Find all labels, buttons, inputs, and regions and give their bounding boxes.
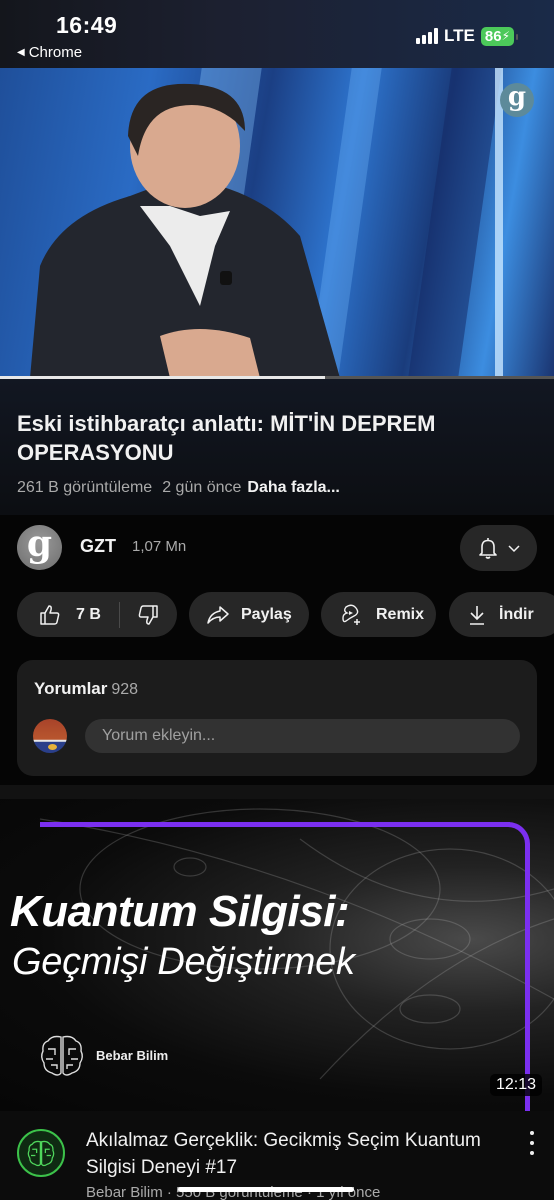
- battery-level: 86: [484, 27, 502, 45]
- share-button[interactable]: Paylaş: [189, 592, 309, 637]
- network-type: LTE: [444, 26, 475, 45]
- share-icon: [207, 605, 229, 624]
- thumbnail-brand-name: Bebar Bilim: [96, 1047, 169, 1063]
- channel-name[interactable]: GZT: [80, 536, 116, 557]
- thumbnail-brand: Bebar Bilim: [38, 1031, 168, 1079]
- download-label: İndir: [499, 605, 534, 623]
- status-indicators: LTE 86 ⚡: [416, 26, 519, 46]
- download-icon: [470, 605, 484, 625]
- brain-icon: [27, 1140, 55, 1167]
- channel-watermark: g: [500, 83, 534, 117]
- comments-card[interactable]: Yorumlar 928: [17, 660, 537, 776]
- home-indicator[interactable]: [178, 1187, 354, 1192]
- status-bar: 16:49 ◀ Chrome LTE 86 ⚡: [0, 0, 554, 68]
- share-label: Paylaş: [241, 605, 292, 623]
- view-count: 261 B görüntüleme: [17, 479, 153, 496]
- status-time: 16:49: [56, 12, 118, 38]
- video-info: Eski istihbaratçı anlattı: MİT'İN DEPREM…: [0, 379, 554, 515]
- upload-age: 2 gün önce: [162, 479, 242, 496]
- thumbnail-accent-corner: [490, 822, 530, 862]
- dislike-button[interactable]: [120, 603, 160, 627]
- charging-icon: ⚡: [501, 29, 510, 43]
- video-frame-person: [30, 83, 340, 377]
- next-video-thumbnail[interactable]: Kuantum Silgisi: Geçmişi Değiştirmek Beb…: [0, 799, 554, 1111]
- thumbs-up-icon: [40, 604, 60, 625]
- action-bar: 7 B Paylaş Remix İndir: [0, 590, 554, 650]
- like-button[interactable]: 7 B: [17, 603, 119, 627]
- comments-header: Yorumlar 928: [34, 679, 138, 699]
- chevron-down-icon: [507, 545, 520, 553]
- studio-light: [495, 68, 503, 377]
- back-arrow-icon: ◀: [17, 47, 25, 58]
- video-duration: 12:13: [489, 1074, 542, 1096]
- video-meta[interactable]: 261 B görüntüleme 2 gün önce Daha fazla...: [17, 479, 340, 497]
- next-channel-avatar[interactable]: [17, 1129, 65, 1177]
- like-count: 7 B: [76, 605, 101, 623]
- back-app-label: Chrome: [28, 44, 83, 61]
- comments-count: 928: [111, 681, 139, 698]
- thumbnail-title-line1: Kuantum Silgisi:: [10, 887, 350, 936]
- like-dislike-group: 7 B: [17, 592, 177, 637]
- battery-indicator: 86 ⚡: [480, 26, 519, 46]
- section-divider: [0, 785, 554, 799]
- thumbnail-title-line2: Geçmişi Değiştirmek: [12, 941, 355, 983]
- subscriber-count: 1,07 Mn: [132, 538, 187, 555]
- bell-icon: [478, 538, 497, 559]
- remix-icon: [342, 604, 360, 625]
- video-player[interactable]: g: [0, 68, 554, 377]
- more-options-icon[interactable]: [527, 1131, 537, 1155]
- channel-avatar[interactable]: g: [17, 523, 62, 570]
- notification-settings-button[interactable]: [460, 525, 537, 571]
- add-comment-input[interactable]: [85, 719, 520, 753]
- comments-title: Yorumlar: [34, 679, 108, 698]
- remix-label: Remix: [376, 605, 425, 623]
- studio-light: [408, 68, 502, 377]
- video-title: Eski istihbaratçı anlattı: MİT'İN DEPREM…: [17, 411, 436, 465]
- back-to-app-link[interactable]: ◀ Chrome: [17, 44, 82, 61]
- download-button[interactable]: İndir: [449, 592, 554, 637]
- thumbnail-accent-line: [40, 822, 510, 827]
- more-button[interactable]: Daha fazla...: [247, 479, 339, 496]
- remix-button[interactable]: Remix: [321, 592, 436, 637]
- signal-icon: [416, 28, 439, 44]
- channel-row: g GZT 1,07 Mn: [0, 515, 554, 590]
- thumbs-down-icon: [138, 604, 158, 625]
- user-avatar: [33, 719, 67, 753]
- brain-icon: [41, 1035, 83, 1076]
- comments-section: Yorumlar 928: [0, 650, 554, 785]
- next-video-title[interactable]: Akılalmaz Gerçeklik: Gecikmiş Seçim Kuan…: [86, 1127, 486, 1181]
